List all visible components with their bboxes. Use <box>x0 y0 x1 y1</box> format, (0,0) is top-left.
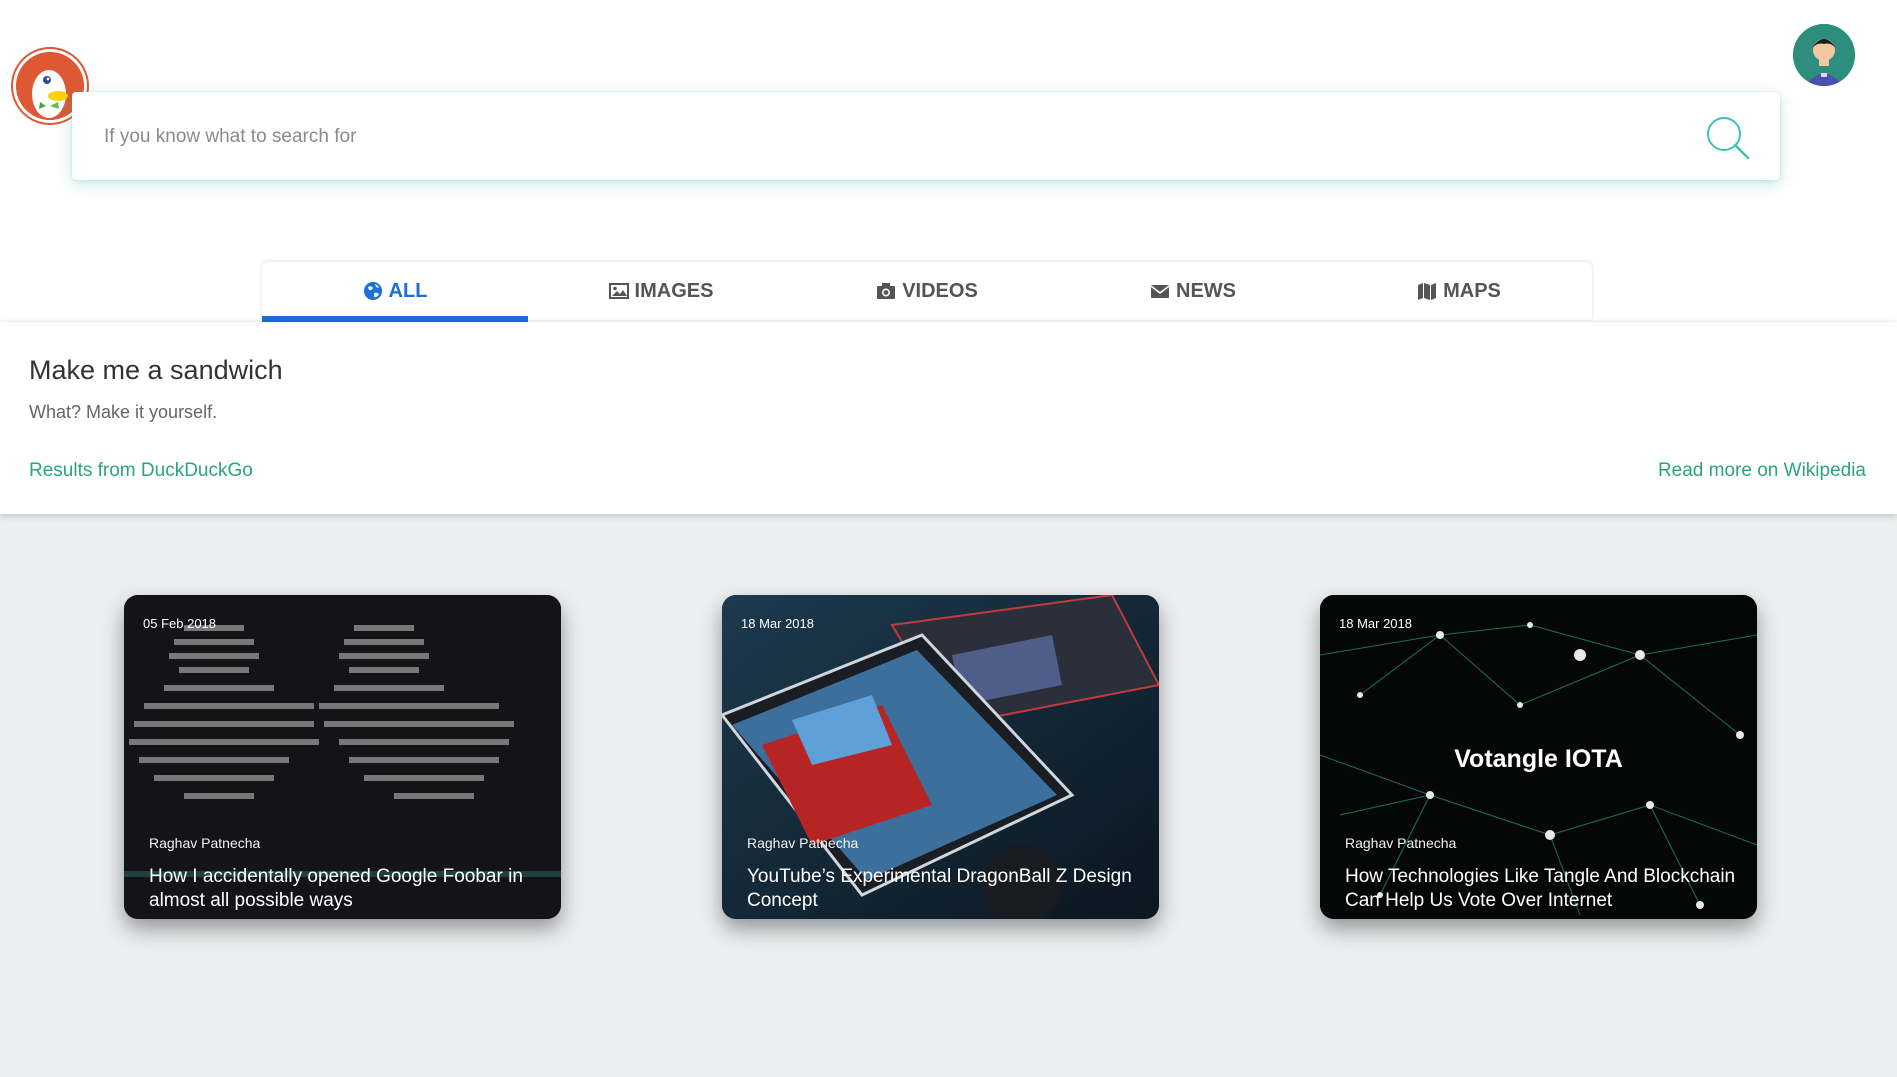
article-title: YouTube’s Experimental DragonBall Z Desi… <box>747 866 1132 911</box>
tab-news[interactable]: NEWS <box>1060 262 1326 320</box>
read-more-wikipedia-link[interactable]: Read more on Wikipedia <box>1658 460 1866 482</box>
article-author: Raghav Patnecha <box>1345 835 1457 851</box>
tab-images[interactable]: IMAGES <box>528 262 794 320</box>
search-bar <box>72 92 1780 182</box>
camera-icon <box>877 283 896 299</box>
search-tabs: ALL IMAGES VIDEOS NEWS MAPS <box>262 262 1592 322</box>
tab-label: IMAGES <box>634 279 714 302</box>
tab-label: NEWS <box>1176 279 1236 302</box>
article-author: Raghav Patnecha <box>149 835 261 851</box>
article-author: Raghav Patnecha <box>747 835 859 851</box>
image-icon <box>608 283 629 299</box>
article-card[interactable]: Votangle IOTA 18 Mar 2018 Raghav Patnech… <box>1320 595 1757 919</box>
envelope-icon <box>1150 285 1170 298</box>
search-button[interactable] <box>1704 114 1752 162</box>
tab-videos[interactable]: VIDEOS <box>794 262 1060 320</box>
search-icon <box>1707 117 1750 160</box>
article-title: How Technologies Like Tangle And Blockch… <box>1345 866 1736 911</box>
tab-label: MAPS <box>1443 279 1501 302</box>
article-title: How I accidentally opened Google Foobar … <box>149 866 523 911</box>
map-icon <box>1418 283 1437 300</box>
avatar-icon <box>1793 24 1855 86</box>
article-image-caption: Votangle IOTA <box>1454 745 1623 773</box>
search-input[interactable] <box>102 92 1666 182</box>
tab-maps[interactable]: MAPS <box>1326 262 1592 320</box>
article-date: 18 Mar 2018 <box>741 616 814 631</box>
instant-answer-title: Make me a sandwich <box>29 355 283 385</box>
instant-answer-card: Make me a sandwich What? Make it yoursel… <box>0 322 1897 514</box>
globe-icon <box>363 282 382 300</box>
article-date: 05 Feb 2018 <box>143 616 217 631</box>
article-card[interactable]: 18 Mar 2018 Raghav Patnecha YouTube’s Ex… <box>722 595 1159 919</box>
results-source-link[interactable]: Results from DuckDuckGo <box>29 460 253 482</box>
tab-label: ALL <box>388 279 428 302</box>
tab-label: VIDEOS <box>902 279 978 302</box>
instant-answer-description: What? Make it yourself. <box>29 402 218 422</box>
article-card[interactable]: 05 Feb 2018 Raghav Patnecha How I accide… <box>124 595 561 919</box>
article-date: 18 Mar 2018 <box>1339 616 1412 631</box>
tab-all[interactable]: ALL <box>262 262 528 322</box>
header-area: ALL IMAGES VIDEOS NEWS <box>0 0 1897 322</box>
user-avatar[interactable] <box>1793 24 1855 86</box>
